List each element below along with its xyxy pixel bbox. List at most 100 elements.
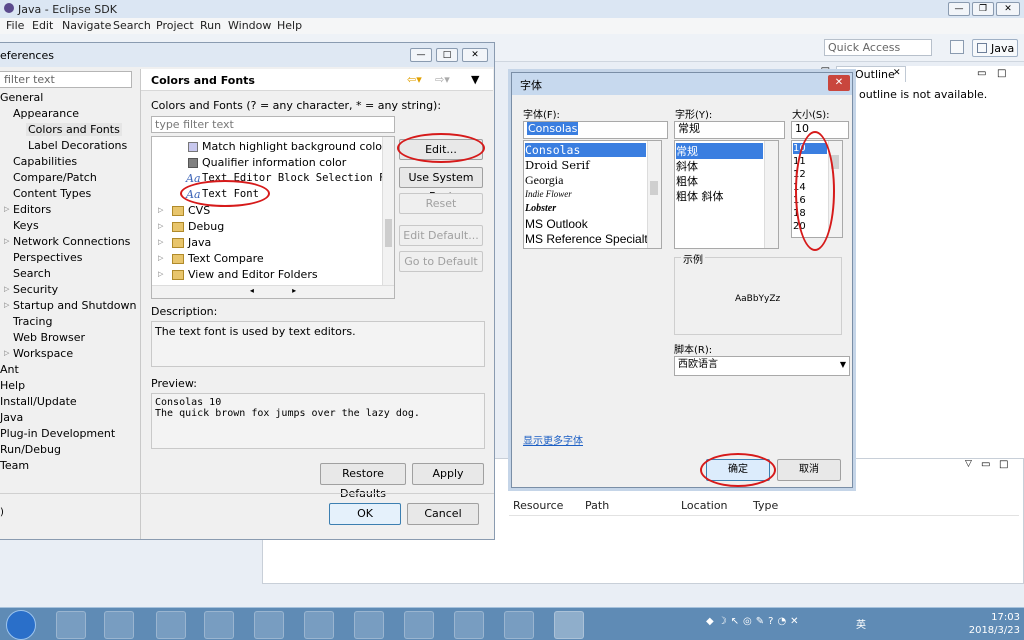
- column-location[interactable]: Location: [681, 499, 728, 512]
- tree-item-plugin-development[interactable]: Plug-in Development: [0, 427, 115, 440]
- font-list-scrollbar[interactable]: [647, 141, 661, 248]
- minimize-button[interactable]: —: [948, 2, 970, 16]
- menu-run[interactable]: Run: [200, 19, 221, 32]
- ok-button[interactable]: OK: [329, 503, 401, 525]
- java-perspective-button[interactable]: Java: [972, 39, 1018, 57]
- expand-icon[interactable]: ▷: [4, 237, 9, 245]
- expand-icon[interactable]: ▷: [158, 254, 163, 262]
- restore-defaults-button[interactable]: Restore Defaults: [320, 463, 406, 500]
- folder-icon[interactable]: [104, 611, 134, 639]
- cf-filter-input[interactable]: type filter text: [151, 116, 395, 133]
- terminal-icon[interactable]: [504, 611, 534, 639]
- tree-item-editors[interactable]: Editors: [13, 203, 51, 216]
- tree-item-search[interactable]: Search: [13, 267, 51, 280]
- tree-item-run-debug[interactable]: Run/Debug: [0, 443, 61, 456]
- expand-icon[interactable]: ▷: [4, 205, 9, 213]
- style-option[interactable]: 斜体: [676, 158, 698, 174]
- open-perspective-icon[interactable]: [950, 40, 964, 54]
- quick-access-input[interactable]: Quick Access: [824, 39, 932, 56]
- clock[interactable]: 17:03 2018/3/23: [950, 611, 1020, 637]
- eclipse-taskbar-icon[interactable]: [554, 611, 584, 639]
- outline-minimize-icon[interactable]: ▭: [977, 68, 986, 79]
- tree-item-team[interactable]: Team: [0, 459, 29, 472]
- view-menu-icon[interactable]: ▼: [471, 73, 479, 86]
- prefs-close-button[interactable]: ✕: [462, 48, 488, 62]
- style-option[interactable]: 粗体: [676, 173, 698, 189]
- menu-file[interactable]: File: [6, 19, 24, 32]
- column-type[interactable]: Type: [753, 499, 778, 512]
- tree-item-java[interactable]: Java: [0, 411, 23, 424]
- menu-edit[interactable]: Edit: [32, 19, 53, 32]
- powerpoint-icon[interactable]: [404, 611, 434, 639]
- tree-item-web-browser[interactable]: Web Browser: [13, 331, 85, 344]
- desktop-icon[interactable]: [56, 611, 86, 639]
- cf-horizontal-scrollbar[interactable]: ◂ ▸: [152, 285, 394, 298]
- start-button[interactable]: [6, 610, 36, 640]
- expand-icon[interactable]: ▷: [158, 222, 163, 230]
- tree-item-content-types[interactable]: Content Types: [13, 187, 91, 200]
- show-more-fonts-link[interactable]: 显示更多字体: [523, 432, 583, 447]
- ie-icon[interactable]: [156, 611, 186, 639]
- font-style-input[interactable]: 常规: [674, 121, 785, 139]
- font-option[interactable]: Lobster: [525, 203, 556, 214]
- splitter[interactable]: [140, 69, 141, 539]
- tree-item-ant[interactable]: Ant: [0, 363, 19, 376]
- menu-window[interactable]: Window: [228, 19, 271, 32]
- tree-item-security[interactable]: Security: [13, 283, 58, 296]
- close-window-button[interactable]: ✕: [996, 2, 1020, 16]
- tree-item-tracing[interactable]: Tracing: [13, 315, 52, 328]
- app-icon[interactable]: [304, 611, 334, 639]
- tree-item-match-highlight[interactable]: Match highlight background color: [152, 139, 388, 155]
- help-icon[interactable]: ): [0, 507, 4, 518]
- photos-icon[interactable]: [254, 611, 284, 639]
- expand-icon[interactable]: ▷: [4, 301, 9, 309]
- maximize-button[interactable]: ❐: [972, 2, 994, 16]
- script-select[interactable]: 西欧语言 ▼: [674, 356, 850, 376]
- problems-minimize-icon[interactable]: ▭: [981, 459, 990, 470]
- font-cancel-button[interactable]: 取消: [777, 459, 841, 481]
- tree-item-perspectives[interactable]: Perspectives: [13, 251, 82, 264]
- word-icon[interactable]: [354, 611, 384, 639]
- firefox-icon[interactable]: [204, 611, 234, 639]
- font-list[interactable]: Consolas Droid Serif Georgia Indie Flowe…: [523, 140, 662, 249]
- expand-icon[interactable]: ▷: [4, 285, 9, 293]
- font-option[interactable]: Georgia: [525, 173, 563, 188]
- font-option[interactable]: MS Outlook: [525, 217, 588, 231]
- tree-item-qualifier-color[interactable]: Qualifier information color: [152, 155, 388, 171]
- close-icon[interactable]: ✕: [828, 75, 850, 91]
- tree-item-java[interactable]: ▷ Java: [152, 235, 388, 251]
- menu-search[interactable]: Search: [113, 19, 151, 32]
- preferences-filter-input[interactable]: filter text: [0, 71, 132, 88]
- apply-button[interactable]: Apply: [412, 463, 484, 485]
- font-option[interactable]: Droid Serif: [525, 158, 589, 172]
- expand-icon[interactable]: ▷: [158, 238, 163, 246]
- tree-item-capabilities[interactable]: Capabilities: [13, 155, 77, 168]
- back-arrow-icon[interactable]: ⇦▾: [407, 73, 422, 86]
- menu-project[interactable]: Project: [156, 19, 194, 32]
- tree-item-workspace[interactable]: Workspace: [13, 347, 73, 360]
- problems-maximize-icon[interactable]: □: [999, 459, 1008, 470]
- tree-item-cvs[interactable]: ▷ CVS: [152, 203, 388, 219]
- style-option[interactable]: 粗体 斜体: [676, 188, 724, 204]
- tree-item-view-editor-folders[interactable]: ▷ View and Editor Folders: [152, 267, 388, 283]
- expand-icon[interactable]: ▷: [158, 270, 163, 278]
- scroll-thumb[interactable]: [650, 181, 658, 195]
- font-option[interactable]: Indie Flower: [525, 189, 572, 199]
- font-name-input[interactable]: Consolas: [523, 121, 668, 139]
- font-option[interactable]: MS Reference Specialt: [525, 232, 648, 246]
- close-outline-icon[interactable]: ✕: [893, 68, 901, 78]
- view-menu-icon[interactable]: ▽: [965, 459, 972, 469]
- tree-item-network-connections[interactable]: Network Connections: [13, 235, 130, 248]
- expand-icon[interactable]: ▷: [158, 206, 163, 214]
- prefs-maximize-button[interactable]: □: [436, 48, 458, 62]
- style-list-scrollbar[interactable]: [764, 141, 778, 248]
- tree-item-label-decorations[interactable]: Label Decorations: [28, 139, 127, 152]
- tree-item-compare-patch[interactable]: Compare/Patch: [13, 171, 97, 184]
- cf-vertical-scrollbar[interactable]: [382, 137, 394, 285]
- ime-indicator[interactable]: 英: [856, 616, 866, 631]
- scroll-thumb[interactable]: [385, 219, 392, 247]
- menu-navigate[interactable]: Navigate: [62, 19, 111, 32]
- font-option[interactable]: Consolas: [525, 143, 646, 157]
- tree-item-text-compare[interactable]: ▷ Text Compare: [152, 251, 388, 267]
- tree-item-colors-and-fonts[interactable]: Colors and Fonts: [26, 123, 122, 136]
